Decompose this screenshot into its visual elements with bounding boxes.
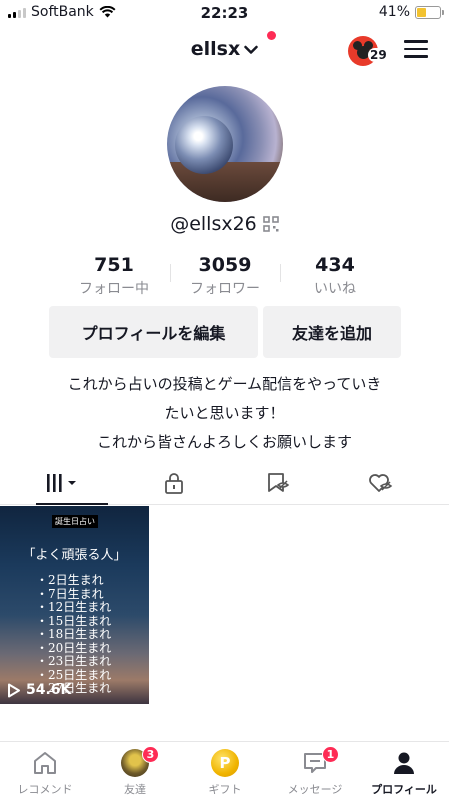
bio-line: これから占いの投稿とゲーム配信をやっていき <box>67 375 382 393</box>
nav-profile[interactable]: プロフィール <box>359 746 449 797</box>
add-friend-button[interactable]: 友達を追加 <box>263 306 401 358</box>
likes-stat[interactable]: 434 いいね <box>280 254 390 298</box>
friends-badge: 3 <box>142 746 159 763</box>
heart-hidden-icon <box>369 474 393 492</box>
battery-group: 41% <box>378 4 444 20</box>
bio-line: これから皆さんよろしくお願いします <box>96 433 352 451</box>
video-text-item: ・2日生まれ <box>36 573 104 587</box>
nav-label: 友達 <box>124 783 146 796</box>
home-icon <box>34 752 56 774</box>
following-stat[interactable]: 751 フォロー中 <box>59 254 169 298</box>
menu-icon[interactable] <box>404 40 428 60</box>
nav-messages[interactable]: 1 メッセージ <box>270 746 360 797</box>
video-text-item: ・7日生まれ <box>36 586 104 601</box>
video-text-item: ・25日生まれ <box>36 667 112 682</box>
battery-percent: 41% <box>378 4 410 20</box>
nav-label: レコメンド <box>17 783 73 796</box>
tab-videos[interactable] <box>8 462 120 505</box>
nav-gift[interactable]: P ギフト <box>180 746 270 797</box>
following-count: 751 <box>94 254 134 276</box>
video-text-item: ・20日生まれ <box>36 640 112 655</box>
bookmark-hidden-icon <box>268 473 290 492</box>
notification-dot <box>267 31 276 40</box>
video-title: 「よく頑張る人」 <box>22 548 127 563</box>
nav-label: メッセージ <box>287 783 343 796</box>
battery-icon <box>415 5 444 19</box>
bio: これから占いの投稿とゲーム配信をやっていき たいと思います！ これから皆さんよろ… <box>30 370 419 457</box>
profile-icon <box>394 752 414 774</box>
bio-line: たいと思います！ <box>164 404 285 422</box>
view-count-text: 54.6K <box>26 682 72 698</box>
videos-grid-icon <box>47 474 76 492</box>
edit-profile-button[interactable]: プロフィールを編集 <box>49 306 258 358</box>
nav-friends[interactable]: 3 友達 <box>90 746 180 797</box>
video-text-item: ・15日生まれ <box>36 613 112 628</box>
video-text-item: ・12日生まれ <box>36 600 112 614</box>
view-count: 54.6K <box>7 682 71 698</box>
chevron-down-icon <box>244 45 258 54</box>
nav-recommend[interactable]: レコメンド <box>0 746 90 797</box>
bottom-nav: レコメンド 3 友達 P ギフト 1 メッセージ プロフィール <box>0 741 449 800</box>
lock-icon <box>165 473 183 494</box>
followers-stat[interactable]: 3059 フォロワー <box>170 254 280 298</box>
following-label: フォロー中 <box>79 281 149 297</box>
tab-liked[interactable] <box>325 462 437 504</box>
tab-private[interactable] <box>118 462 230 504</box>
creator-badge-count: 29 <box>368 48 389 62</box>
user-handle: @ellsx26 <box>0 213 449 235</box>
play-icon <box>8 683 20 697</box>
nav-label: プロフィール <box>371 783 437 796</box>
profile-stats: 751 フォロー中 3059 フォロワー 434 いいね <box>0 254 449 298</box>
followers-count: 3059 <box>198 254 252 276</box>
video-text-item: ・18日生まれ <box>36 627 112 641</box>
coin-icon: P <box>211 749 239 777</box>
likes-count: 434 <box>315 254 355 276</box>
nav-label: ギフト <box>208 783 242 796</box>
likes-label: いいね <box>314 281 356 297</box>
qr-code-icon[interactable] <box>262 216 279 232</box>
avatar[interactable] <box>167 86 283 202</box>
content-tabs <box>0 462 449 505</box>
followers-label: フォロワー <box>190 281 260 297</box>
video-text-list: ・2日生まれ ・7日生まれ ・12日生まれ ・15日生まれ ・18日生まれ ・2… <box>36 573 112 696</box>
video-tag: 誕生日占い <box>52 515 98 528</box>
tab-favorites[interactable] <box>222 462 334 504</box>
profile-header: ellsx 29 <box>0 30 449 70</box>
username-label: ellsx <box>190 38 241 60</box>
messages-badge: 1 <box>322 746 339 763</box>
video-text-item: ・23日生まれ <box>36 654 112 668</box>
status-bar: SoftBank 22:23 41% <box>0 0 449 26</box>
handle-text: @ellsx26 <box>170 213 257 235</box>
video-thumbnail[interactable]: 誕生日占い 「よく頑張る人」 ・2日生まれ ・7日生まれ ・12日生まれ ・15… <box>0 506 149 704</box>
